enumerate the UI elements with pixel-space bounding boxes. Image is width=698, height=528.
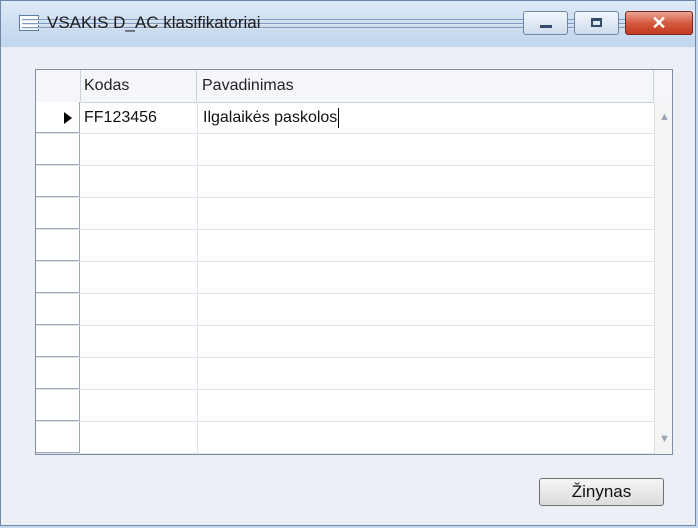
- table-window-icon: [19, 15, 640, 31]
- close-button[interactable]: ✕: [625, 11, 693, 35]
- grid-header: Kodas Pavadinimas: [36, 70, 672, 103]
- scroll-up-arrow-icon[interactable]: ▲: [659, 111, 670, 123]
- maximize-icon: [591, 18, 602, 27]
- zinynas-button[interactable]: Žinynas: [539, 478, 664, 506]
- row-selector[interactable]: [36, 134, 80, 165]
- cell-kodas[interactable]: [81, 198, 198, 229]
- maximize-button[interactable]: [574, 11, 619, 35]
- cell-kodas[interactable]: [81, 134, 198, 165]
- row-selector[interactable]: [36, 230, 80, 261]
- table-row[interactable]: FF123456 Ilgalaikės paskolos: [36, 102, 654, 134]
- cell-kodas[interactable]: [81, 422, 198, 453]
- table-row[interactable]: [36, 166, 654, 198]
- row-selector[interactable]: [36, 294, 80, 325]
- cell-kodas[interactable]: [81, 390, 198, 421]
- table-row[interactable]: [36, 198, 654, 230]
- column-header-kodas[interactable]: Kodas: [81, 70, 197, 101]
- cell-kodas[interactable]: [81, 326, 198, 357]
- table-row[interactable]: [36, 134, 654, 166]
- title-bar[interactable]: VSAKIS D_AC klasifikatoriai ✕: [1, 1, 695, 47]
- cell-pavadinimas[interactable]: [198, 390, 654, 421]
- row-selector[interactable]: [36, 422, 80, 453]
- row-selector[interactable]: [36, 358, 80, 389]
- cell-kodas[interactable]: FF123456: [81, 102, 198, 133]
- minimize-icon: [540, 25, 552, 28]
- cell-pavadinimas[interactable]: Ilgalaikės paskolos: [198, 102, 654, 133]
- table-row[interactable]: [36, 326, 654, 358]
- text-caret: [338, 107, 340, 128]
- cell-pavadinimas[interactable]: [198, 166, 654, 197]
- close-icon: ✕: [651, 12, 667, 33]
- cell-pavadinimas[interactable]: [198, 326, 654, 357]
- table-row[interactable]: [36, 294, 654, 326]
- table-row[interactable]: [36, 358, 654, 390]
- row-selector[interactable]: [36, 262, 80, 293]
- window: VSAKIS D_AC klasifikatoriai ✕ Kodas Pava…: [0, 0, 696, 526]
- row-selector[interactable]: [36, 326, 80, 357]
- cell-pavadinimas[interactable]: [198, 230, 654, 261]
- current-row-indicator-icon[interactable]: [36, 102, 80, 133]
- cell-pavadinimas[interactable]: [198, 358, 654, 389]
- grid-rows: FF123456 Ilgalaikės paskolos: [36, 102, 654, 454]
- cell-pavadinimas[interactable]: [198, 422, 654, 453]
- row-selector[interactable]: [36, 198, 80, 229]
- cell-kodas[interactable]: [81, 294, 198, 325]
- minimize-button[interactable]: [523, 11, 568, 35]
- row-selector[interactable]: [36, 390, 80, 421]
- table-row[interactable]: [36, 422, 654, 454]
- cell-kodas[interactable]: [81, 166, 198, 197]
- header-selector[interactable]: [36, 70, 81, 101]
- table-row[interactable]: [36, 390, 654, 422]
- scroll-down-arrow-icon[interactable]: ▼: [659, 433, 670, 445]
- cell-pavadinimas[interactable]: [198, 198, 654, 229]
- cell-kodas[interactable]: [81, 262, 198, 293]
- cell-pavadinimas[interactable]: [198, 262, 654, 293]
- table-row[interactable]: [36, 230, 654, 262]
- header-filler: [654, 70, 672, 101]
- data-grid[interactable]: Kodas Pavadinimas FF123456 Ilgalaikės pa…: [35, 69, 673, 455]
- cell-pavadinimas[interactable]: [198, 134, 654, 165]
- cell-pavadinimas-text: Ilgalaikės paskolos: [203, 109, 338, 126]
- column-header-pavadinimas[interactable]: Pavadinimas: [198, 70, 654, 101]
- cell-kodas[interactable]: [81, 358, 198, 389]
- table-row[interactable]: [36, 262, 654, 294]
- vertical-scrollbar[interactable]: ▲ ▼: [654, 102, 672, 454]
- window-title: VSAKIS D_AC klasifikatoriai: [47, 13, 261, 32]
- cell-pavadinimas[interactable]: [198, 294, 654, 325]
- row-selector[interactable]: [36, 166, 80, 197]
- cell-kodas[interactable]: [81, 230, 198, 261]
